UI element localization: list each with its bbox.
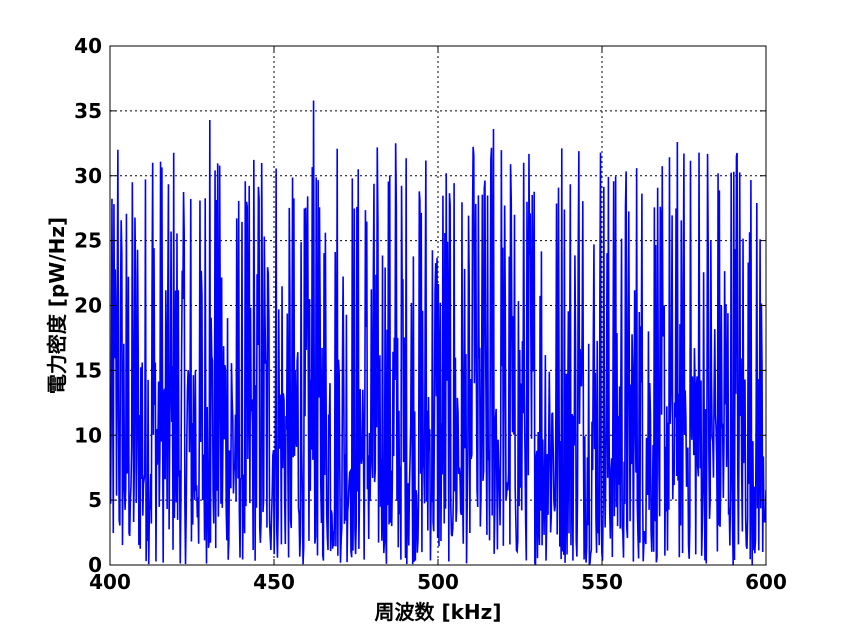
y-tick-label: 15	[74, 358, 102, 382]
x-axis-label: 周波数 [kHz]	[375, 600, 502, 624]
y-tick-label: 0	[88, 553, 102, 577]
y-tick-label: 20	[74, 294, 102, 318]
y-tick-label: 25	[74, 229, 102, 253]
y-tick-label: 30	[74, 164, 102, 188]
y-tick-label: 10	[74, 423, 102, 447]
y-tick-label: 35	[74, 99, 102, 123]
chart: 400 450 500 550 600 0510152025303540 周波数 [kH…	[0, 0, 846, 634]
y-axis-label: 電力密度 [pW/Hz]	[45, 217, 69, 394]
y-tick-label: 40	[74, 34, 102, 58]
x-tick-label: 500	[417, 570, 459, 594]
x-tick-label: 450	[253, 570, 295, 594]
y-tick-label: 5	[88, 488, 102, 512]
x-tick-label: 600	[745, 570, 787, 594]
x-tick-label: 550	[581, 570, 623, 594]
